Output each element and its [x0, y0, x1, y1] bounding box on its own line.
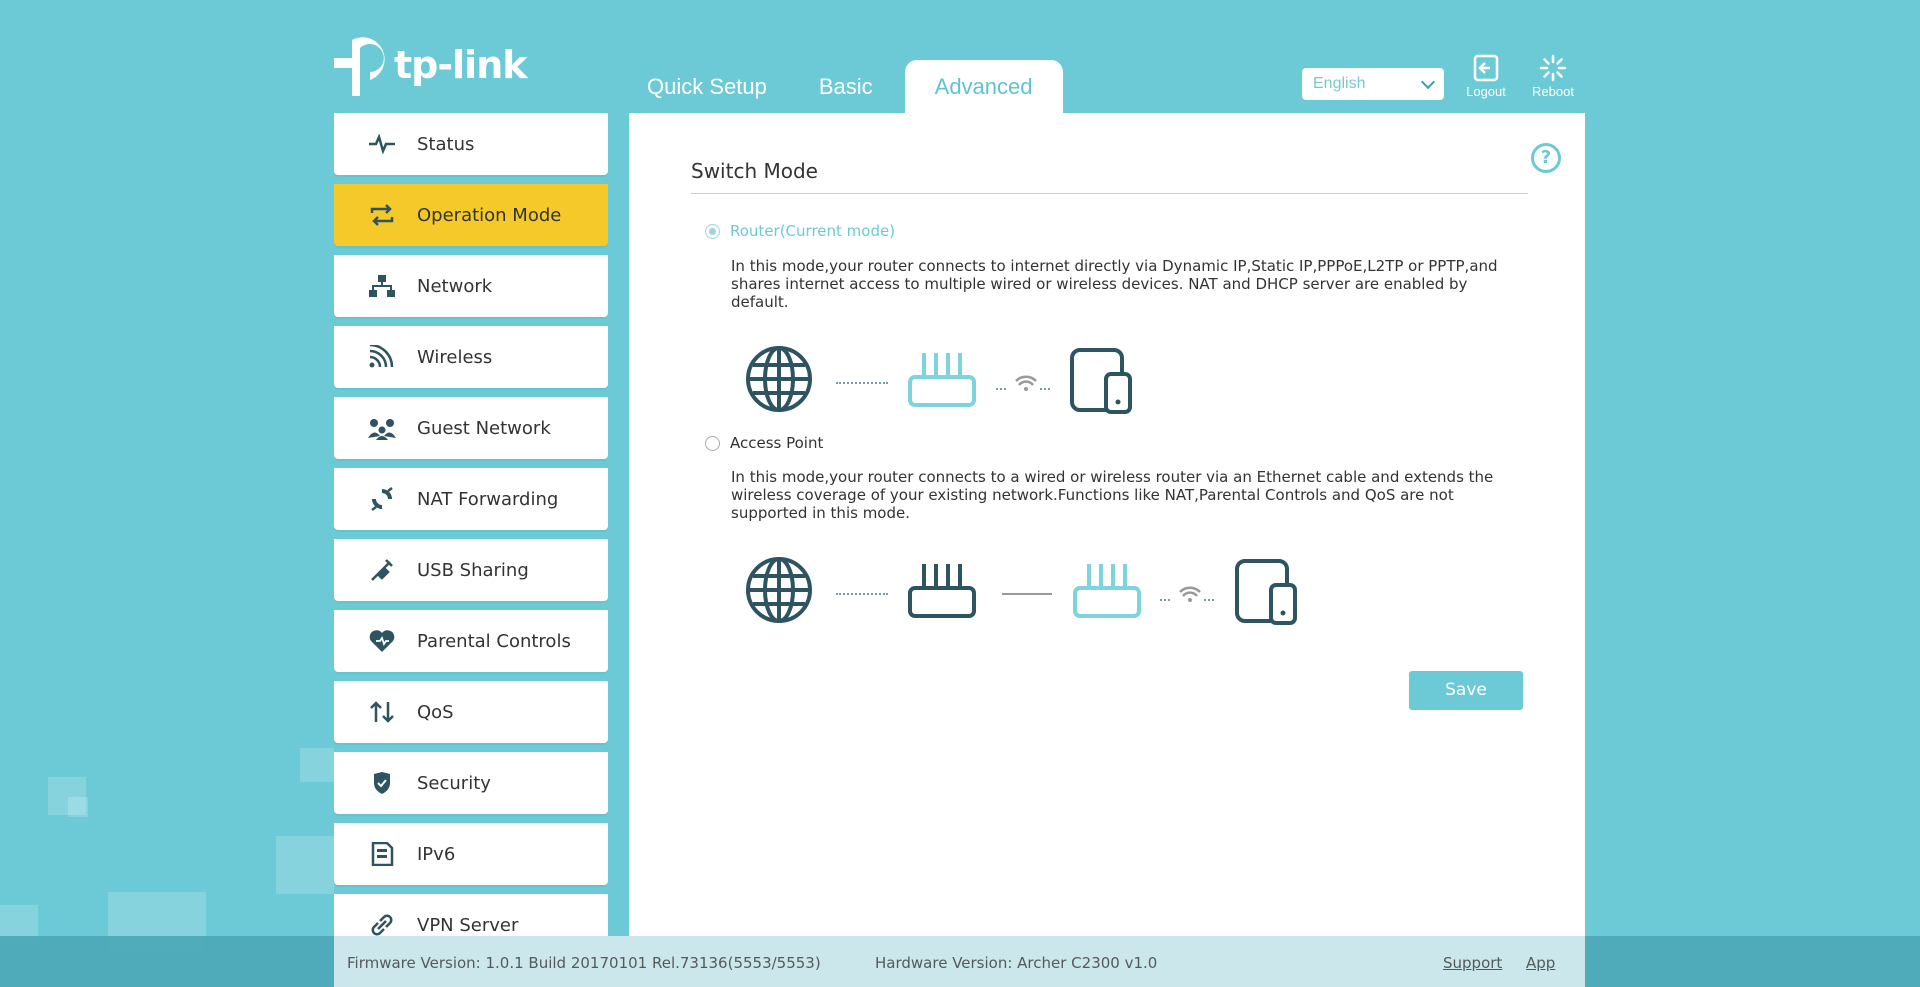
access-point-description: In this mode,your router connects to a w…	[731, 468, 1494, 522]
ipv6-doc-icon	[368, 842, 404, 866]
reboot-label: Reboot	[1532, 84, 1574, 99]
pulse-icon	[368, 132, 404, 156]
router-icon	[908, 353, 976, 407]
tab-quick-setup[interactable]: Quick Setup	[627, 60, 787, 113]
qos-arrows-icon	[368, 700, 404, 724]
logout-button[interactable]: Logout	[1458, 54, 1514, 99]
internet-link-dotted	[836, 593, 888, 595]
sidebar-item-label: Wireless	[417, 346, 493, 368]
sidebar-item-network[interactable]: Network	[334, 255, 608, 317]
globe-icon	[746, 346, 812, 412]
logout-label: Logout	[1466, 84, 1506, 99]
globe-icon	[746, 557, 812, 623]
main-panel: ? Switch Mode Router(Current mode) In th…	[629, 113, 1585, 936]
access-point-diagram	[737, 556, 1297, 626]
sidebar-item-label: Network	[417, 275, 493, 297]
network-tree-icon	[368, 274, 404, 298]
reboot-button[interactable]: Reboot	[1525, 54, 1581, 99]
sidebar-item-operation-mode[interactable]: Operation Mode	[334, 184, 608, 246]
sidebar-item-label: USB Sharing	[417, 559, 529, 581]
background-decoration	[276, 836, 334, 894]
router-mode-diagram	[737, 345, 1050, 415]
main-router-icon	[908, 564, 976, 618]
sidebar-item-label: QoS	[417, 701, 454, 723]
logo-text: tp-link	[394, 43, 528, 87]
switch-arrows-icon	[368, 203, 404, 227]
reboot-spinner-icon	[1539, 54, 1567, 82]
tab-basic[interactable]: Basic	[799, 60, 893, 113]
sidebar-menu: Status Operation Mode Network Wireless G…	[334, 113, 608, 936]
router-mode-radio[interactable]	[705, 223, 720, 239]
router-mode-option[interactable]: Router(Current mode)	[705, 222, 895, 240]
top-nav: Quick Setup Basic Advanced	[627, 60, 1075, 113]
sidebar-item-label: VPN Server	[417, 914, 519, 936]
sidebar-item-usb-sharing[interactable]: USB Sharing	[334, 539, 608, 601]
footer-bar: Firmware Version: 1.0.1 Build 20170101 R…	[0, 936, 1920, 987]
devices-icon	[1235, 559, 1297, 625]
sidebar-item-wireless[interactable]: Wireless	[334, 326, 608, 388]
language-select-value: English	[1313, 75, 1366, 92]
internet-link-dotted	[836, 382, 888, 384]
devices-icon	[1070, 348, 1132, 414]
sidebar-item-security[interactable]: Security	[334, 752, 608, 814]
background-decoration	[300, 748, 334, 782]
shield-icon	[368, 771, 404, 795]
firmware-version: Firmware Version: 1.0.1 Build 20170101 R…	[347, 954, 821, 972]
access-point-radio[interactable]	[705, 435, 720, 451]
logout-icon	[1473, 54, 1499, 82]
sidebar-item-vpn-server[interactable]: VPN Server	[334, 894, 608, 936]
guests-icon	[368, 416, 404, 440]
sidebar-item-label: Security	[417, 772, 491, 794]
sidebar-item-label: Status	[417, 133, 475, 155]
wifi-icon	[996, 375, 1050, 391]
sidebar-item-label: IPv6	[417, 843, 456, 865]
app-link[interactable]: App	[1526, 954, 1555, 972]
link-icon	[368, 913, 404, 936]
wireless-signal-icon	[368, 345, 404, 369]
sidebar-item-qos[interactable]: QoS	[334, 681, 608, 743]
tp-link-mark-icon	[334, 37, 385, 96]
heart-icon	[368, 629, 404, 653]
sidebar-item-label: Operation Mode	[417, 204, 562, 226]
sidebar-item-nat-forwarding[interactable]: NAT Forwarding	[334, 468, 608, 530]
section-title: Switch Mode	[691, 159, 1528, 194]
access-point-option[interactable]: Access Point	[705, 434, 823, 452]
access-point-router-icon	[1073, 564, 1141, 618]
router-mode-description: In this mode,your router connects to int…	[731, 257, 1498, 311]
support-link[interactable]: Support	[1443, 954, 1502, 972]
language-select[interactable]: English	[1302, 68, 1444, 100]
background-decoration	[68, 797, 88, 817]
ethernet-cable-line	[1002, 593, 1052, 595]
hardware-version: Hardware Version: Archer C2300 v1.0	[875, 954, 1158, 972]
nat-cycle-icon	[368, 487, 404, 511]
sidebar-item-label: Guest Network	[417, 417, 551, 439]
chevron-down-icon	[1420, 74, 1436, 89]
help-icon[interactable]: ?	[1531, 143, 1561, 173]
tab-advanced[interactable]: Advanced	[904, 60, 1063, 113]
wifi-icon	[1160, 586, 1214, 602]
router-mode-label: Router(Current mode)	[730, 222, 896, 240]
sidebar-item-label: Parental Controls	[417, 630, 571, 652]
tp-link-logo: tp-link	[334, 36, 528, 98]
sidebar-item-parental-controls[interactable]: Parental Controls	[334, 610, 608, 672]
sidebar-item-label: NAT Forwarding	[417, 488, 559, 510]
access-point-label: Access Point	[730, 434, 824, 452]
sidebar-item-status[interactable]: Status	[334, 113, 608, 175]
usb-icon	[368, 558, 404, 582]
sidebar-item-guest-network[interactable]: Guest Network	[334, 397, 608, 459]
save-button[interactable]: Save	[1409, 671, 1523, 710]
sidebar-item-ipv6[interactable]: IPv6	[334, 823, 608, 885]
